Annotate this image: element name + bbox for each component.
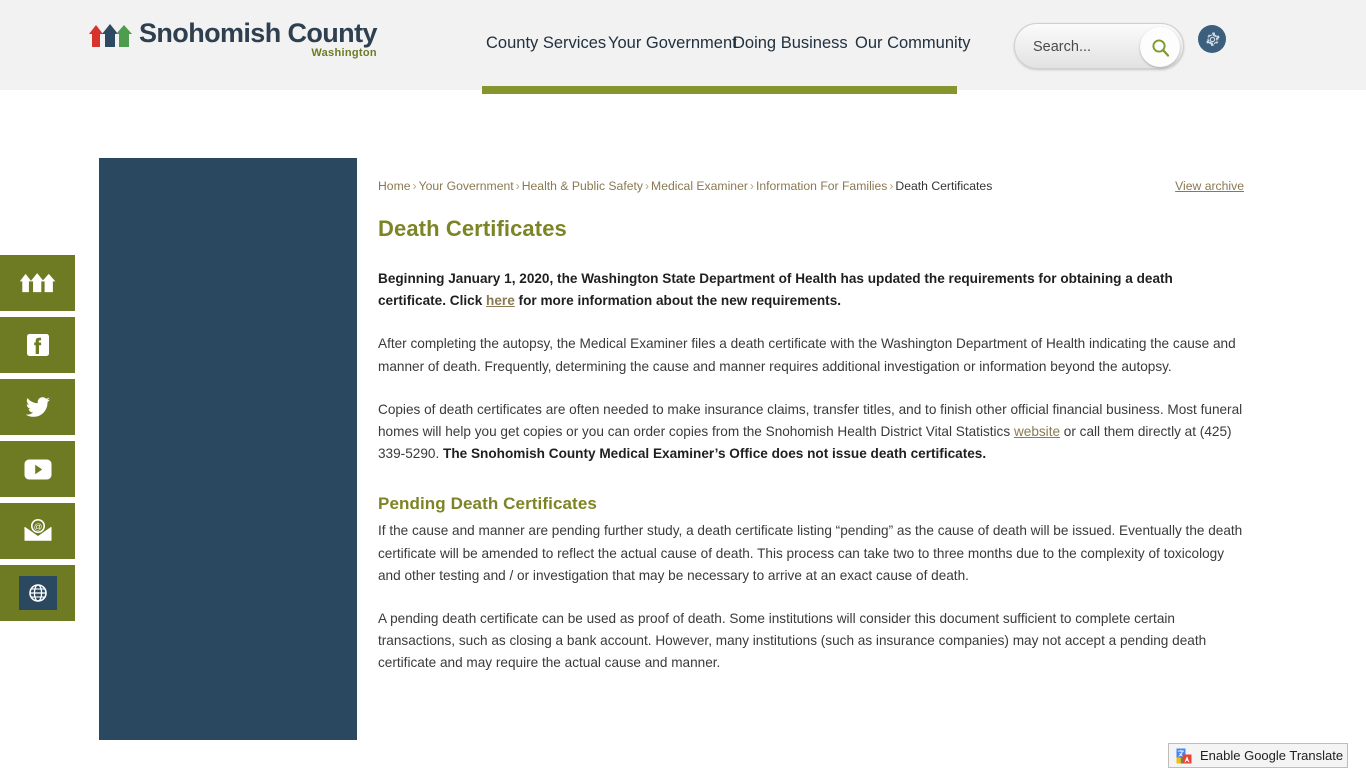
paragraph-copies: Copies of death certificates are often n… (378, 399, 1244, 466)
logo-subtitle: Washington (311, 47, 377, 59)
search-button[interactable] (1140, 27, 1180, 67)
paragraph-autopsy: After completing the autopsy, the Medica… (378, 336, 1236, 374)
mountains-icon (19, 273, 55, 293)
nav-item-county-services[interactable]: County Services (486, 31, 606, 55)
svg-text:@: @ (33, 521, 42, 531)
main-content: Home › Your Government › Health & Public Saf… (378, 158, 1244, 675)
facebook-icon (26, 334, 49, 356)
enable-google-translate-button[interactable]: Enable Google Translate (1168, 743, 1348, 768)
globe-badge (18, 576, 57, 610)
search-icon (1151, 38, 1169, 57)
site-header: Snohomish County Washington County Servi… (0, 0, 1366, 94)
social-link-youtube[interactable] (0, 441, 75, 497)
google-translate-icon (1176, 748, 1192, 763)
breadcrumb-item-medical-examiner[interactable]: Medical Examiner (651, 179, 748, 193)
main-navigation: County Services Your Government Doing Bu… (482, 31, 1042, 61)
translate-label: Enable Google Translate (1200, 748, 1344, 763)
breadcrumb: Home › Your Government › Health & Public Saf… (378, 179, 992, 193)
breadcrumb-item-health-public-safety[interactable]: Health & Public Safety (522, 179, 643, 193)
left-content-panel (99, 158, 357, 740)
breadcrumb-item-home[interactable]: Home (378, 179, 411, 193)
breadcrumb-separator: › (749, 179, 754, 193)
lead-text-2: for more information about the new requi… (514, 293, 842, 309)
social-link-snohomish-logo[interactable] (0, 255, 75, 311)
website-link[interactable]: website (1014, 424, 1060, 439)
breadcrumb-row: Home › Your Government › Health & Public Saf… (378, 158, 1244, 193)
section-heading-pending: Pending Death Certificates (378, 494, 597, 514)
search-box (1014, 23, 1184, 69)
social-link-email[interactable]: @ (0, 503, 75, 559)
breadcrumb-separator: › (515, 179, 520, 193)
social-link-website[interactable] (0, 565, 75, 621)
nav-item-our-community[interactable]: Our Community (855, 31, 971, 55)
logo-title: Snohomish County (139, 18, 377, 48)
nav-item-doing-business[interactable]: Doing Business (733, 31, 848, 55)
settings-button[interactable] (1198, 25, 1226, 53)
breadcrumb-item-your-government[interactable]: Your Government (419, 179, 514, 193)
youtube-icon (24, 459, 51, 479)
copies-text-bold: The Snohomish County Medical Examiner’s … (443, 446, 987, 462)
twitter-icon (25, 397, 50, 417)
lead-paragraph: Beginning January 1, 2020, the Washingto… (378, 268, 1244, 312)
nav-item-your-government[interactable]: Your Government (608, 31, 737, 55)
search-input[interactable] (1033, 36, 1138, 58)
social-link-twitter[interactable] (0, 379, 75, 435)
view-archive-link[interactable]: View archive (1175, 179, 1244, 193)
site-logo[interactable]: Snohomish County Washington (88, 18, 377, 59)
paragraph-pending-2: A pending death certificate can be used … (378, 611, 1207, 671)
paragraph-pending-1: If the cause and manner are pending furt… (378, 523, 1243, 583)
social-sidebar: @ (0, 255, 75, 627)
gear-icon (1205, 32, 1220, 46)
social-link-facebook[interactable] (0, 317, 75, 373)
envelope-at-icon: @ (23, 519, 52, 541)
mountains-logo-icon (89, 24, 132, 47)
globe-icon (28, 584, 47, 602)
breadcrumb-item-information-for-families[interactable]: Information For Families (756, 179, 887, 193)
page-title: Death Certificates (378, 216, 567, 241)
breadcrumb-separator: › (644, 179, 650, 193)
nav-accent-bar (482, 86, 957, 94)
here-link[interactable]: here (486, 293, 515, 308)
breadcrumb-separator: › (412, 179, 417, 193)
breadcrumb-current: Death Certificates (895, 179, 993, 193)
